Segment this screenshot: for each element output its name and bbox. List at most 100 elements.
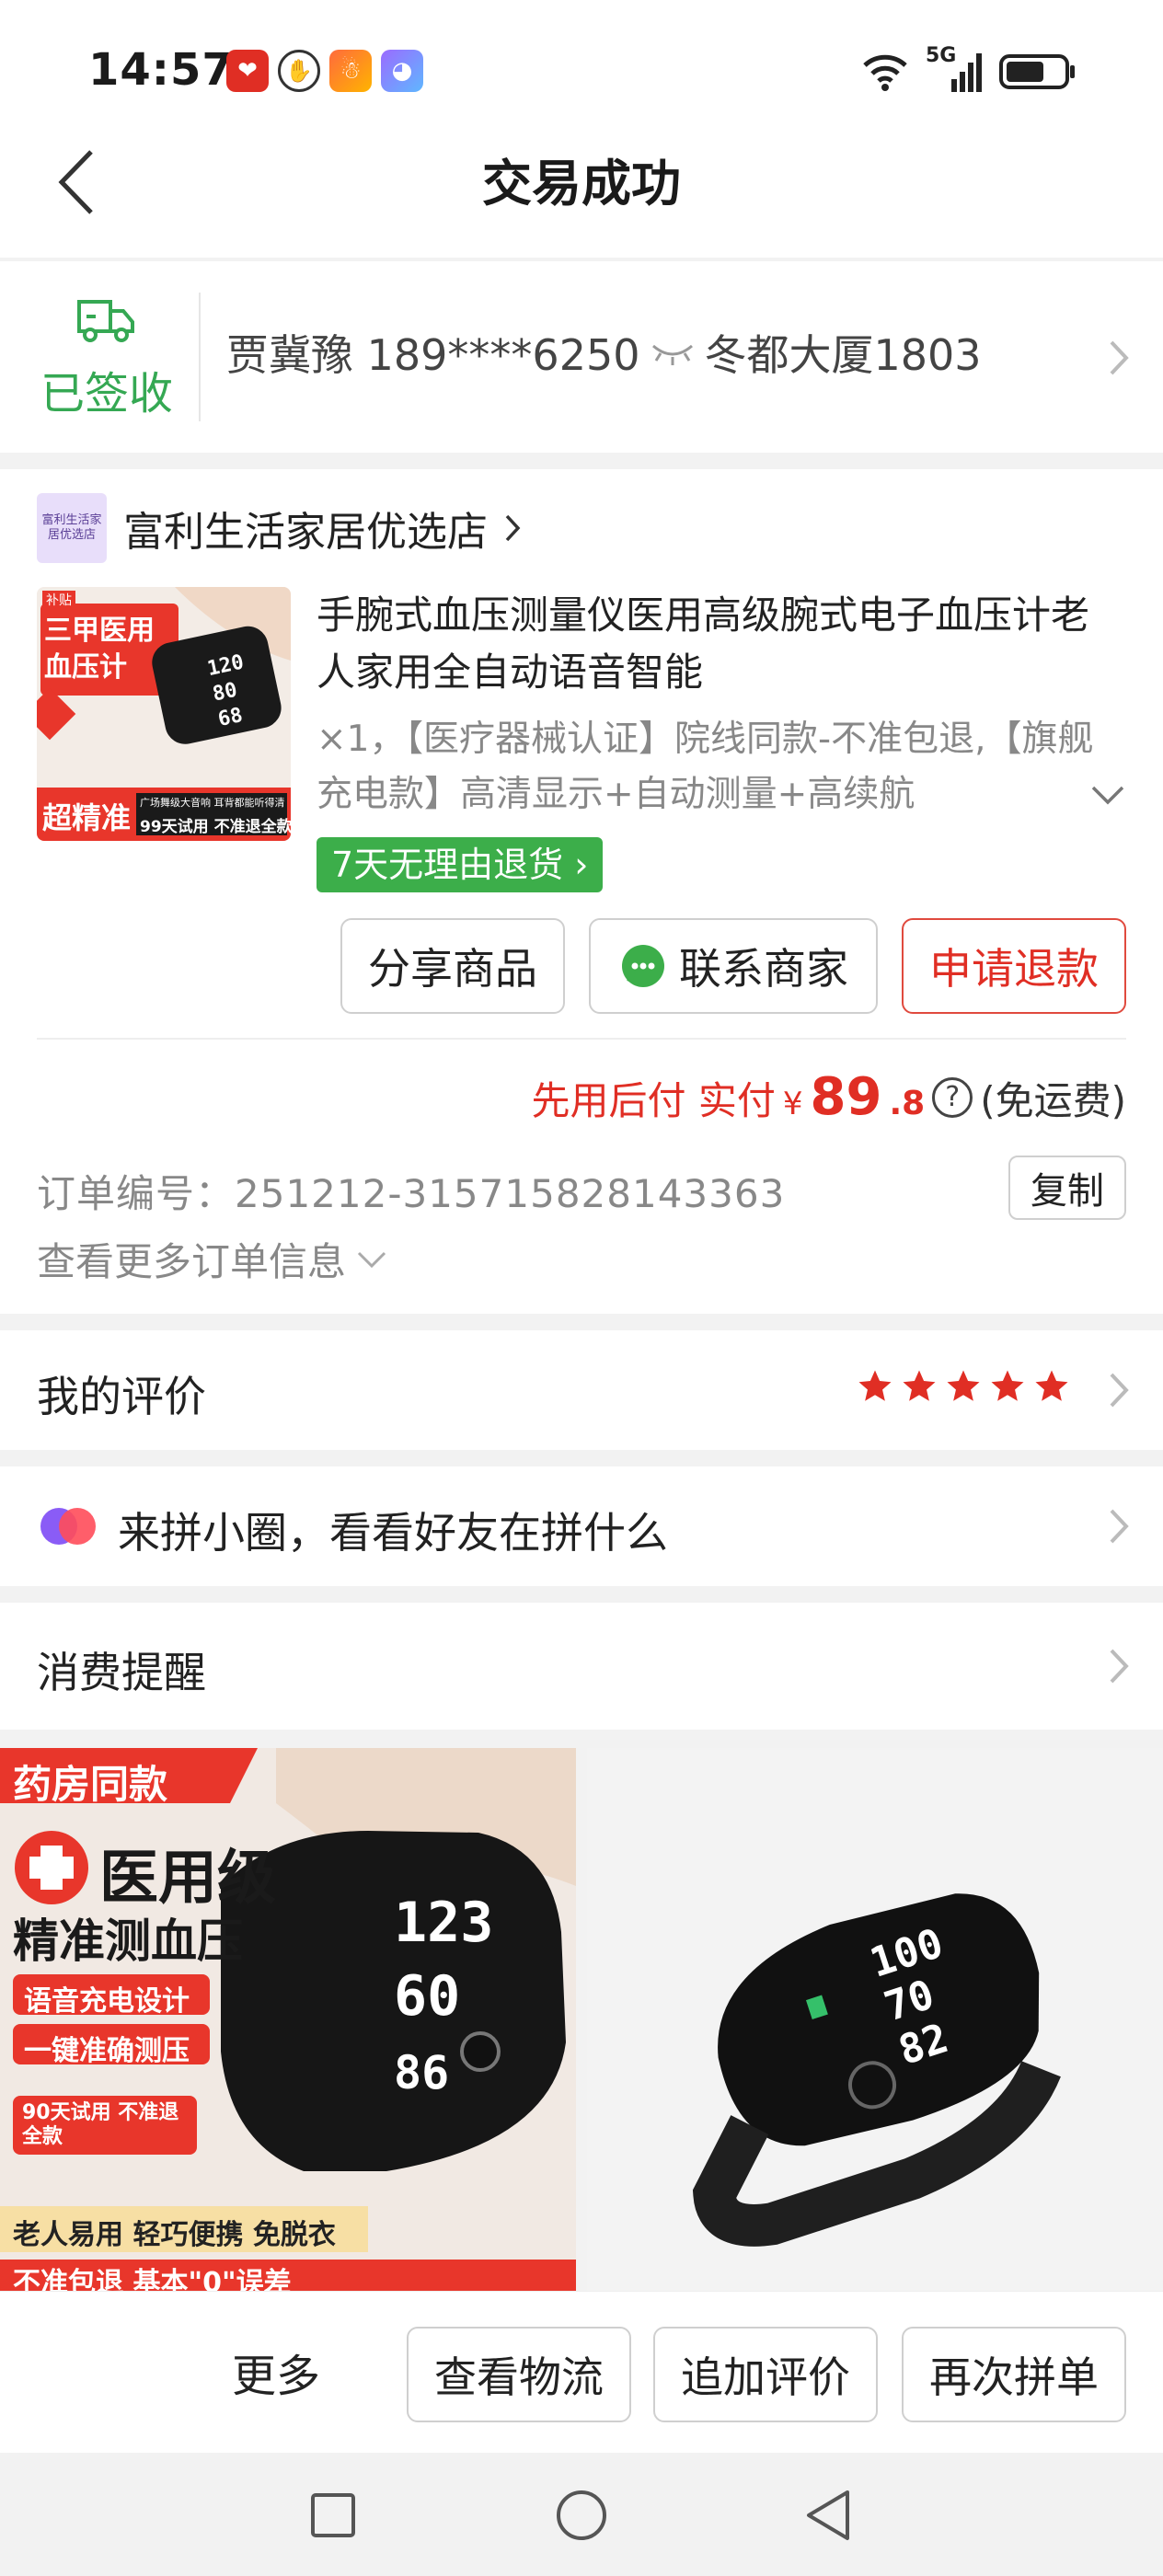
feed-ribbon: 药房同款 [13, 1762, 168, 1807]
wifi-icon [863, 54, 907, 91]
refund-button[interactable]: 申请退款 [902, 918, 1126, 1014]
divider [199, 293, 201, 421]
address-text: 冬都大厦1803 [704, 330, 982, 380]
more-order-info-label: 查看更多订单信息 [37, 1239, 347, 1284]
delivery-status-label: 已签收 [40, 368, 173, 420]
pin-circle-row[interactable]: 来拼小圈，看看好友在拼什么 [0, 1466, 1163, 1586]
pin-circle-label: 来拼小圈，看看好友在拼什么 [118, 1508, 668, 1558]
thumb-title-1: 三甲医用 [44, 615, 155, 647]
add-review-button[interactable]: 追加评价 [653, 2327, 878, 2422]
shop-logo: 富利生活家居优选店 [37, 493, 107, 563]
return-policy-label: 7天无理由退货 [331, 845, 564, 885]
circle-logo-icon [40, 1508, 96, 1545]
product-title[interactable]: 手腕式血压测量仪医用高级腕式电子血压计老人家用全自动语音智能 [317, 587, 1126, 701]
rating-stars [856, 1367, 1071, 1406]
feed-feature-2: 一键准确测压 [24, 2035, 190, 2067]
product-image: 100 70 82 [587, 1748, 1163, 2291]
hand-icon: ✋ [278, 50, 320, 92]
feed-feature-1: 语音充电设计 [24, 1985, 190, 2018]
divider [37, 1038, 1126, 1040]
review-label: 我的评价 [37, 1372, 206, 1421]
consumption-reminder-row[interactable]: 消费提醒 [0, 1603, 1163, 1730]
status-time: 14:57 [88, 44, 234, 96]
chevron-down-icon [357, 1251, 386, 1268]
game-icon: ☃ [329, 50, 372, 92]
thumb-trial: 99天试用 不准退全款 [140, 818, 291, 836]
recommendation-feed: 123 60 86 药房同款 医用级 精准测血压 语音充电设计 一键准确测压 9… [0, 1748, 1163, 2291]
feed-reading-2: 60 [394, 1964, 460, 2029]
order-number: 订单编号：251212-315715828143363 [37, 1171, 786, 1216]
chevron-right-icon [1110, 1373, 1129, 1408]
chat-icon [622, 945, 664, 987]
thumb-tag: 补贴 [42, 591, 75, 609]
delivery-status: 已签收 [33, 294, 180, 421]
more-button[interactable]: 更多 [232, 2340, 320, 2404]
delivery-address: 贾冀豫 189****6250 冬都大厦1803 [226, 322, 982, 383]
chevron-right-icon [505, 514, 521, 542]
delivery-card[interactable]: 已签收 贾冀豫 189****6250 冬都大厦1803 [0, 261, 1163, 453]
page-title: 交易成功 [482, 155, 681, 213]
my-review-row[interactable]: 我的评价 [0, 1330, 1163, 1450]
thumb-title-2: 血压计 [44, 651, 127, 684]
shipping-note: (免运费) [980, 1078, 1126, 1123]
feed-footer: 老人易用 轻巧便携 免脱衣 [13, 2219, 336, 2251]
star-icon [858, 1370, 892, 1401]
shop-header[interactable]: 富利生活家居优选店 富利生活家居优选店 [37, 493, 521, 563]
square-icon [311, 2493, 355, 2537]
system-back-button[interactable] [799, 2486, 858, 2545]
price-row: 先用后付 实付 ¥ 89.8 ? (免运费) [532, 1067, 1126, 1127]
pinduoduo-icon: ❤ [226, 50, 269, 92]
battery-icon [999, 54, 1075, 89]
chevron-right-icon [1110, 1509, 1129, 1544]
view-logistics-button[interactable]: 查看物流 [407, 2327, 631, 2422]
price-currency: ¥ [782, 1086, 803, 1122]
chevron-right-icon [1110, 1649, 1129, 1684]
help-icon[interactable]: ? [932, 1076, 973, 1118]
reorder-button[interactable]: 再次拼单 [902, 2327, 1126, 2422]
feed-slogan: 精准测血压 [13, 1915, 243, 1968]
product-image: 123 60 86 [0, 1748, 576, 2291]
feed-reading-1: 123 [394, 1891, 493, 1955]
thumb-note: 广场舞级大音响 耳背都能听得清 [140, 797, 285, 809]
circle-icon [557, 2490, 606, 2540]
home-button[interactable] [552, 2486, 611, 2545]
chevron-right-icon [1110, 340, 1129, 375]
share-product-button[interactable]: 分享商品 [340, 918, 565, 1014]
product-spec-text: ×1，【医疗器械认证】院线同款-不准包退,【旗舰充电款】高清显示+自动测量+高续… [317, 719, 1094, 815]
order-product-card: 富利生活家居优选店 富利生活家居优选店 120 80 68 补贴 三甲医用 血压… [0, 469, 1163, 1135]
thumb-accuracy: 超精准 [42, 800, 132, 835]
contact-seller-button[interactable]: 联系商家 [589, 918, 878, 1014]
recommended-product-left[interactable]: 123 60 86 药房同款 医用级 精准测血压 语音充电设计 一键准确测压 9… [0, 1748, 576, 2291]
recommended-product-right[interactable]: 100 70 82 [587, 1748, 1163, 2291]
copy-button[interactable]: 复制 [1008, 1156, 1126, 1220]
feed-reading-3: 86 [394, 2046, 449, 2099]
price-label: 先用后付 实付 [531, 1078, 776, 1123]
feed-bottom-text: 不准包退 基本"0"误差 [13, 2267, 292, 2291]
order-info-card: 订单编号：251212-315715828143363 复制 查看更多订单信息 [0, 1135, 1163, 1314]
truck-icon [77, 300, 134, 342]
product-spec[interactable]: ×1，【医疗器械认证】院线同款-不准包退,【旗舰充电款】高清显示+自动测量+高续… [317, 712, 1126, 822]
product-thumbnail[interactable]: 120 80 68 补贴 三甲医用 血压计 超精准 广场舞级大音响 耳背都能听得… [37, 587, 291, 841]
bot-icon: ◕ [381, 50, 423, 92]
triangle-back-icon [807, 2490, 849, 2540]
status-app-icons: ❤ ✋ ☃ ◕ [226, 50, 423, 92]
price-integer: 89 [810, 1067, 882, 1127]
feed-trial: 90天试用 不准退全款 [22, 2101, 179, 2148]
system-nav-bar [0, 2453, 1163, 2576]
star-icon [903, 1370, 936, 1401]
price-decimal: .8 [889, 1085, 926, 1122]
recent-apps-button[interactable] [304, 2486, 363, 2545]
chevron-down-icon[interactable] [1089, 784, 1126, 806]
reminder-label: 消费提醒 [37, 1648, 206, 1697]
star-icon [1035, 1370, 1068, 1401]
more-order-info[interactable]: 查看更多订单信息 [37, 1231, 388, 1287]
bottom-action-bar: 更多 查看物流 追加评价 再次拼单 [0, 2291, 1163, 2453]
feed-grade: 医用级 [99, 1845, 276, 1913]
return-policy-badge[interactable]: 7天无理由退货 › [317, 837, 604, 892]
recipient-info: 贾冀豫 189****6250 [226, 330, 640, 380]
contact-seller-label: 联系商家 [679, 944, 848, 994]
star-icon [947, 1370, 980, 1401]
status-indicators: 5G [861, 44, 1077, 94]
eye-closed-icon[interactable] [650, 339, 696, 366]
nav-bar: 交易成功 [0, 115, 1163, 258]
